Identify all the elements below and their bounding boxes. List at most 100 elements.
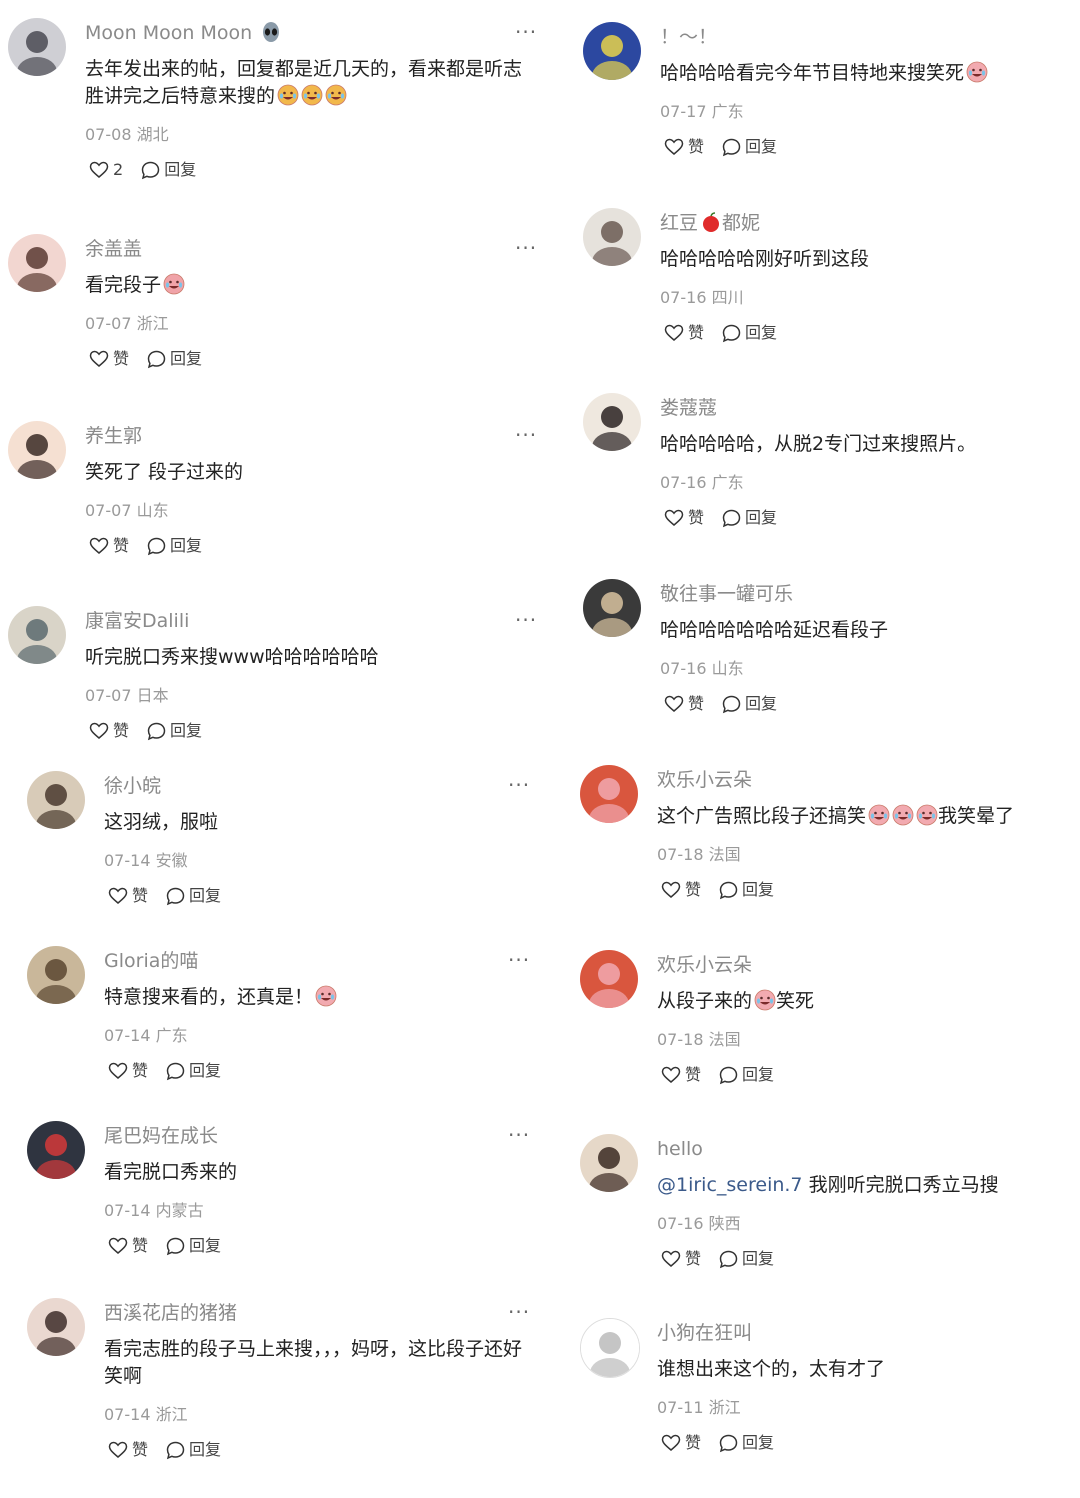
comment-actions: 赞 回复 xyxy=(661,1432,774,1454)
like-label: 赞 xyxy=(688,137,705,156)
like-button[interactable]: 赞 xyxy=(661,1248,701,1270)
reply-label: 回复 xyxy=(189,1236,222,1255)
avatar[interactable] xyxy=(27,1298,85,1356)
comment-date: 07-16 xyxy=(660,288,707,307)
comment-location: 四川 xyxy=(711,288,744,307)
username[interactable]: Gloria的喵 xyxy=(104,948,198,974)
like-button[interactable]: 赞 xyxy=(89,535,129,557)
reply-button[interactable]: 回复 xyxy=(166,1235,221,1257)
reply-button[interactable]: 回复 xyxy=(147,720,202,742)
username[interactable]: 红豆 都妮 xyxy=(660,210,760,240)
grin-face-emoji xyxy=(325,84,347,114)
reply-button[interactable]: 回复 xyxy=(147,535,202,557)
user-mention-link[interactable]: @1iric_serein.7 xyxy=(657,1174,803,1196)
avatar[interactable] xyxy=(580,1134,638,1192)
username-text: 红豆 xyxy=(660,212,699,234)
username[interactable]: 养生郭 xyxy=(85,423,142,449)
avatar[interactable] xyxy=(27,771,85,829)
avatar[interactable] xyxy=(27,1121,85,1179)
avatar[interactable] xyxy=(8,18,66,76)
avatar[interactable] xyxy=(8,606,66,664)
username[interactable]: 欢乐小云朵 xyxy=(657,767,752,793)
avatar[interactable] xyxy=(8,421,66,479)
username[interactable]: 徐小皖 xyxy=(104,773,161,799)
reply-button[interactable]: 回复 xyxy=(166,1439,221,1461)
username[interactable]: 娄蔻蔻 xyxy=(660,395,717,421)
comment-bubble-icon xyxy=(719,881,738,900)
username[interactable]: 敬往事一罐可乐 xyxy=(660,581,793,607)
avatar[interactable] xyxy=(583,22,641,80)
comment-text-body: 看完段子 xyxy=(85,274,162,296)
username[interactable]: 余盖盖 xyxy=(85,236,142,262)
reply-button[interactable]: 回复 xyxy=(719,1248,774,1270)
heart-icon xyxy=(664,138,684,156)
more-options-icon[interactable]: ··· xyxy=(508,1125,530,1145)
reply-button[interactable]: 回复 xyxy=(147,348,202,370)
more-options-icon[interactable]: ··· xyxy=(508,1302,530,1322)
reply-button[interactable]: 回复 xyxy=(722,693,777,715)
like-button[interactable]: 赞 xyxy=(108,1060,148,1082)
username-text: 养生郭 xyxy=(85,425,143,447)
reply-button[interactable]: 回复 xyxy=(719,1064,774,1086)
reply-button[interactable]: 回复 xyxy=(722,322,777,344)
like-button[interactable]: 赞 xyxy=(661,879,701,901)
avatar[interactable] xyxy=(583,579,641,637)
more-options-icon[interactable]: ··· xyxy=(515,238,537,258)
like-button[interactable]: 赞 xyxy=(108,1439,148,1461)
like-button[interactable]: 赞 xyxy=(664,693,704,715)
reply-button[interactable]: 回复 xyxy=(141,159,196,181)
avatar[interactable] xyxy=(27,946,85,1004)
username[interactable]: 欢乐小云朵 xyxy=(657,952,752,978)
like-button[interactable]: 赞 xyxy=(661,1432,701,1454)
like-button[interactable]: 赞 xyxy=(108,1235,148,1257)
reply-label: 回复 xyxy=(170,721,203,740)
comment-location: 法国 xyxy=(708,845,741,864)
avatar[interactable] xyxy=(583,208,641,266)
username[interactable]: ！～！ xyxy=(660,24,717,50)
reply-button[interactable]: 回复 xyxy=(722,136,777,158)
like-button[interactable]: 赞 xyxy=(661,1064,701,1086)
reply-label: 回复 xyxy=(742,880,775,899)
like-button[interactable]: 赞 xyxy=(108,885,148,907)
comment-location: 法国 xyxy=(708,1030,741,1049)
like-button[interactable]: 赞 xyxy=(664,507,704,529)
avatar[interactable] xyxy=(583,393,641,451)
reply-button[interactable]: 回复 xyxy=(166,885,221,907)
more-options-icon[interactable]: ··· xyxy=(508,775,530,795)
like-label: 赞 xyxy=(113,349,130,368)
reply-label: 回复 xyxy=(745,694,778,713)
more-options-icon[interactable]: ··· xyxy=(515,22,537,42)
like-label: 赞 xyxy=(685,1065,702,1084)
reply-button[interactable]: 回复 xyxy=(166,1060,221,1082)
like-button[interactable]: 赞 xyxy=(89,348,129,370)
avatar[interactable] xyxy=(580,950,638,1008)
comment-meta: 07-14 内蒙古 xyxy=(104,1200,204,1222)
avatar[interactable] xyxy=(580,1318,640,1378)
like-button[interactable]: 赞 xyxy=(664,322,704,344)
reply-button[interactable]: 回复 xyxy=(722,507,777,529)
avatar[interactable] xyxy=(8,234,66,292)
reply-button[interactable]: 回复 xyxy=(719,1432,774,1454)
avatar[interactable] xyxy=(580,765,638,823)
like-button[interactable]: 2 xyxy=(89,159,123,181)
comment-date: 07-16 xyxy=(660,659,707,678)
more-options-icon[interactable]: ··· xyxy=(508,950,530,970)
like-button[interactable]: 赞 xyxy=(89,720,129,742)
comment-meta: 07-16 广东 xyxy=(660,472,744,494)
more-options-icon[interactable]: ··· xyxy=(515,610,537,630)
username[interactable]: Moon Moon Moon xyxy=(85,20,282,50)
username[interactable]: 小狗在狂叫 xyxy=(657,1320,752,1346)
comment-item: 小狗在狂叫 谁想出来这个的，太有才了 07-11 浙江赞 回复 xyxy=(580,1318,1070,1488)
reply-button[interactable]: 回复 xyxy=(719,879,774,901)
comment-text-body: 看完志胜的段子马上来搜，，，妈呀，这比段子还好笑啊 xyxy=(104,1338,523,1387)
username[interactable]: hello xyxy=(657,1136,703,1162)
comment-meta: 07-14 安徽 xyxy=(104,850,188,872)
username-text: 余盖盖 xyxy=(85,238,143,260)
like-button[interactable]: 赞 xyxy=(664,136,704,158)
username[interactable]: 康富安Dalili xyxy=(85,608,189,634)
username[interactable]: 西溪花店的猪猪 xyxy=(104,1300,237,1326)
more-options-icon[interactable]: ··· xyxy=(515,425,537,445)
heart-icon xyxy=(108,887,128,905)
username[interactable]: 尾巴妈在成长 xyxy=(104,1123,218,1149)
comment-bubble-icon xyxy=(719,1250,738,1269)
